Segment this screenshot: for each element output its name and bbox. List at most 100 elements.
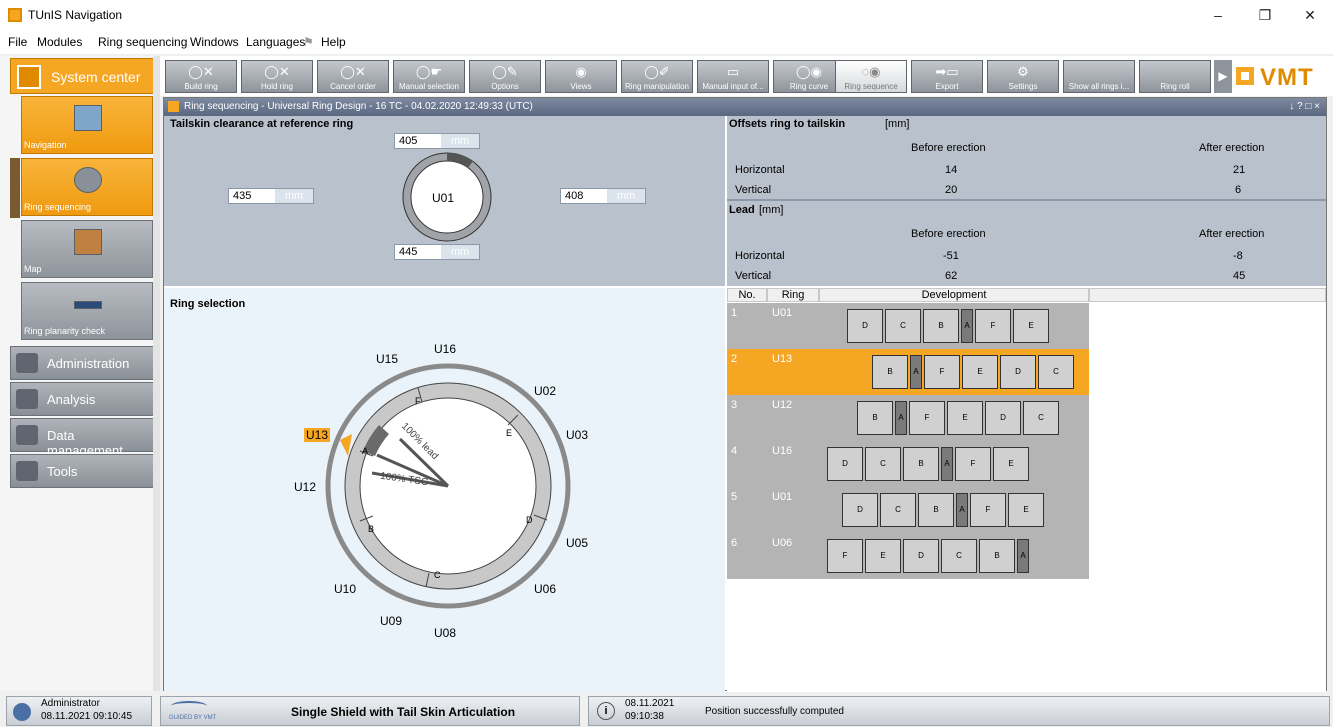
lead-unit: [mm] (759, 204, 784, 216)
table-row[interactable]: 5 U01 D C B A F E (727, 487, 1089, 533)
menu-bar: File Modules Ring sequencing Windows Lan… (0, 30, 1333, 54)
window-title: TUnIS Navigation (28, 8, 123, 22)
menu-ring-sequencing[interactable]: Ring sequencing (98, 35, 187, 49)
offsets-after-value: 21 (1233, 164, 1246, 176)
menu-languages[interactable]: Languages (246, 35, 305, 49)
column-header-development[interactable]: Development (819, 288, 1089, 302)
ring-segment: A (941, 447, 953, 481)
lead-row-label: Horizontal (735, 250, 785, 262)
input-icon: ▭ (726, 64, 740, 79)
nav-tile-ring-planarity-check[interactable]: Ring planarity check (21, 282, 153, 340)
offsets-before-value: 14 (945, 164, 958, 176)
ring-segment: C (941, 539, 977, 573)
ring-position-label[interactable]: U15 (376, 352, 398, 366)
ring-position-label[interactable]: U10 (334, 582, 356, 596)
table-row[interactable]: 2 U13 B A F E D C (727, 349, 1089, 395)
ring-position-label[interactable]: U12 (294, 480, 316, 494)
ring-position-label[interactable]: U03 (566, 428, 588, 442)
ring-position-label[interactable]: U08 (434, 626, 456, 640)
minimize-button[interactable]: – (1198, 4, 1238, 26)
nav-tile-navigation[interactable]: Navigation (21, 96, 153, 154)
vmt-wave-icon (171, 701, 207, 711)
tools-button[interactable]: Tools (10, 454, 154, 488)
offsets-before-header: Before erection (911, 142, 986, 154)
row-number: 6 (731, 537, 738, 549)
ring-eye-icon: ◯◉ (796, 64, 822, 79)
document-title-bar: Ring sequencing - Universal Ring Design … (164, 98, 1326, 116)
ring-manipulation-button[interactable]: ◯✐ Ring manipulation (621, 60, 693, 93)
export-button[interactable]: ➡▭ Export (911, 60, 983, 93)
ring-position-label[interactable]: U05 (566, 536, 588, 550)
manual-selection-button[interactable]: ◯☛ Manual selection (393, 60, 465, 93)
segment-label: B (368, 524, 375, 534)
ring-segment: F (970, 493, 1006, 527)
system-center-button[interactable]: System center (10, 58, 154, 94)
ring-segment: A (961, 309, 973, 343)
logo-mark (1236, 67, 1254, 85)
ring-segment: D (842, 493, 878, 527)
window-controls[interactable]: ↓ ? □ × (1289, 101, 1320, 112)
row-number: 2 (731, 353, 738, 365)
ring-position-label[interactable]: U02 (534, 384, 556, 398)
ring-position-label-selected[interactable]: U13 (304, 428, 331, 442)
segment-label: D (526, 515, 533, 525)
table-row[interactable]: 6 U06 F E D C B A (727, 533, 1089, 579)
eye-icon: ◉ (575, 64, 587, 79)
views-button[interactable]: ◉ Views (545, 60, 617, 93)
ring-segment: E (1008, 493, 1044, 527)
show-all-rings-button[interactable]: Show all rings i... (1063, 60, 1135, 93)
menu-modules[interactable]: Modules (37, 35, 82, 49)
cancel-order-button[interactable]: ◯✕ Cancel order (317, 60, 389, 93)
manual-input-button[interactable]: ▭ Manual input of... (697, 60, 769, 93)
divider (727, 199, 1326, 201)
settings-button[interactable]: ⚙ Settings (987, 60, 1059, 93)
doc-icon (168, 101, 179, 112)
nav-tile-ring-sequencing[interactable]: Ring sequencing (21, 158, 153, 216)
menu-help[interactable]: Help (321, 35, 346, 49)
ring-segment: D (847, 309, 883, 343)
left-splitter[interactable] (153, 56, 160, 691)
menu-windows[interactable]: Windows (190, 35, 239, 49)
build-ring-button[interactable]: ◯✕ Build ring (165, 60, 237, 93)
table-row[interactable]: 4 U16 D C B A F E (727, 441, 1089, 487)
nav-tile-map[interactable]: Map (21, 220, 153, 278)
ring-segment: E (1013, 309, 1049, 343)
lead-heading: Lead (729, 204, 755, 216)
ring-position-label[interactable]: U06 (534, 582, 556, 596)
data-management-button[interactable]: Data management (10, 418, 154, 458)
ring-segment: B (979, 539, 1015, 573)
ring-selection-panel: Ring selection F E D C B A 100% lead 100… (164, 288, 725, 692)
ring-roll-button[interactable]: Ring roll (1139, 60, 1211, 93)
hold-ring-button[interactable]: ◯✕ Hold ring (241, 60, 313, 93)
vmt-logo: VMT (1236, 61, 1326, 91)
segment-label: A (362, 446, 369, 456)
row-ring: U13 (772, 353, 793, 365)
info-time: 09:10:38 (625, 711, 664, 722)
analysis-button[interactable]: Analysis (10, 382, 154, 416)
offsets-row-label: Horizontal (735, 164, 785, 176)
options-button[interactable]: ◯✎ Options (469, 60, 541, 93)
maximize-button[interactable]: ❐ (1245, 4, 1285, 26)
navigation-icon (74, 105, 102, 131)
menu-file[interactable]: File (8, 35, 27, 49)
column-header-no[interactable]: No. (727, 288, 767, 302)
administration-button[interactable]: Administration (10, 346, 154, 380)
column-header-ring[interactable]: Ring (767, 288, 819, 302)
ring-position-label[interactable]: U16 (434, 342, 456, 356)
user-login-time: 08.11.2021 09:10:45 (41, 711, 133, 722)
offsets-lead-panel: Offsets ring to tailskin [mm] Before ere… (727, 116, 1326, 286)
export-icon: ➡▭ (935, 64, 959, 79)
toolbar-expand-button[interactable]: ▶ (1214, 60, 1232, 93)
toolbar: ◯✕ Build ring ◯✕ Hold ring ◯✕ Cancel order … (160, 56, 1333, 96)
close-button[interactable]: ✕ (1290, 4, 1330, 26)
machine-mode: Single Shield with Tail Skin Articulatio… (291, 705, 516, 719)
mode-status: GUIDED BY VMT Single Shield with Tail Sk… (160, 696, 580, 726)
tailskin-top-value: 405 mm (394, 133, 480, 149)
ring-sequence-button[interactable]: ◌◉ Ring sequence (835, 60, 907, 93)
table-row[interactable]: 1 U01 D C B A F E (727, 303, 1089, 349)
ring-segment: D (1000, 355, 1036, 389)
ring-segment: B (872, 355, 908, 389)
ring-position-label[interactable]: U09 (380, 614, 402, 628)
lead-row-label: Vertical (735, 270, 772, 282)
table-row[interactable]: 3 U12 B A F E D C (727, 395, 1089, 441)
